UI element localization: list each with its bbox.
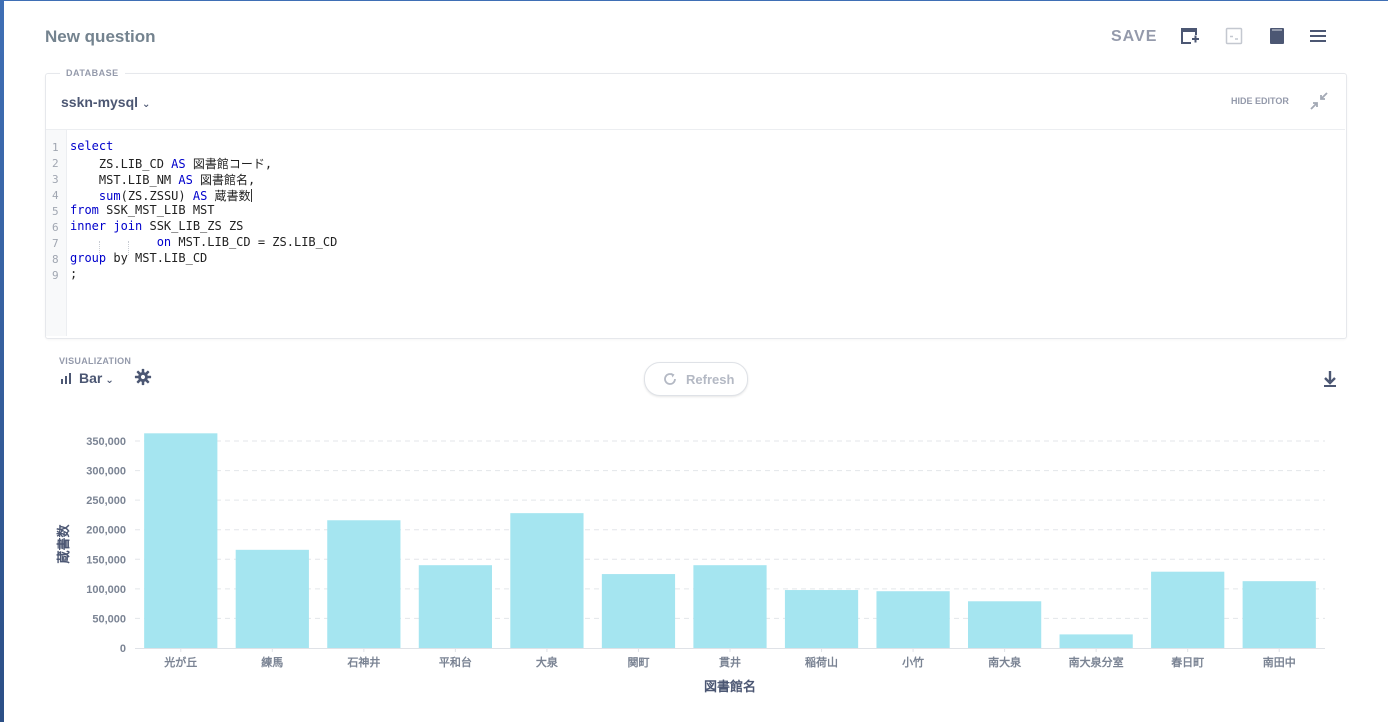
- bar-13[interactable]: [1242, 581, 1316, 648]
- bar-1[interactable]: [144, 433, 218, 648]
- bar-3[interactable]: [327, 520, 401, 648]
- bar-5[interactable]: [510, 513, 584, 648]
- y-tick-label: 250,000: [86, 495, 126, 507]
- x-tick-label: 南田中: [1263, 655, 1296, 669]
- bar-6[interactable]: [601, 574, 676, 648]
- y-axis-title: 蔵書数: [56, 524, 71, 564]
- y-tick-label: 350,000: [86, 436, 126, 448]
- x-tick-label: 春日町: [1171, 655, 1204, 669]
- x-tick-label: 小竹: [901, 655, 924, 669]
- x-axis-title: 図書館名: [704, 679, 756, 694]
- x-tick-label: 平和台: [439, 655, 472, 669]
- y-tick-label: 300,000: [86, 466, 126, 478]
- bar-11[interactable]: [1059, 634, 1133, 648]
- x-tick-label: 稲荷山: [805, 655, 838, 669]
- x-tick-label: 貫井: [719, 655, 741, 669]
- bar-12[interactable]: [1151, 571, 1225, 648]
- bar-4[interactable]: [418, 565, 492, 648]
- y-tick-label: 100,000: [86, 584, 126, 596]
- bar-10[interactable]: [968, 601, 1042, 648]
- x-tick-label: 光が丘: [163, 655, 197, 669]
- x-tick-label: 南大泉分室: [1069, 655, 1124, 669]
- x-tick-label: 大泉: [536, 655, 559, 669]
- bar-chart: 0 50,000 100,000 150,000 200,000 250,000 300,0…: [56, 433, 1325, 694]
- bar-9[interactable]: [876, 591, 950, 648]
- y-tick-label: 150,000: [86, 554, 126, 566]
- bar-8[interactable]: [784, 590, 859, 648]
- x-tick-label: 南大泉: [988, 655, 1022, 669]
- bar-2[interactable]: [235, 549, 309, 648]
- x-tick-label: 関町: [627, 656, 649, 669]
- y-tick-label: 200,000: [86, 525, 126, 537]
- bar-7[interactable]: [693, 565, 767, 648]
- x-tick-label: 石神井: [346, 655, 380, 669]
- y-tick-label: 0: [120, 643, 126, 655]
- x-tick-label: 練馬: [261, 655, 283, 669]
- y-tick-label: 50,000: [92, 613, 126, 625]
